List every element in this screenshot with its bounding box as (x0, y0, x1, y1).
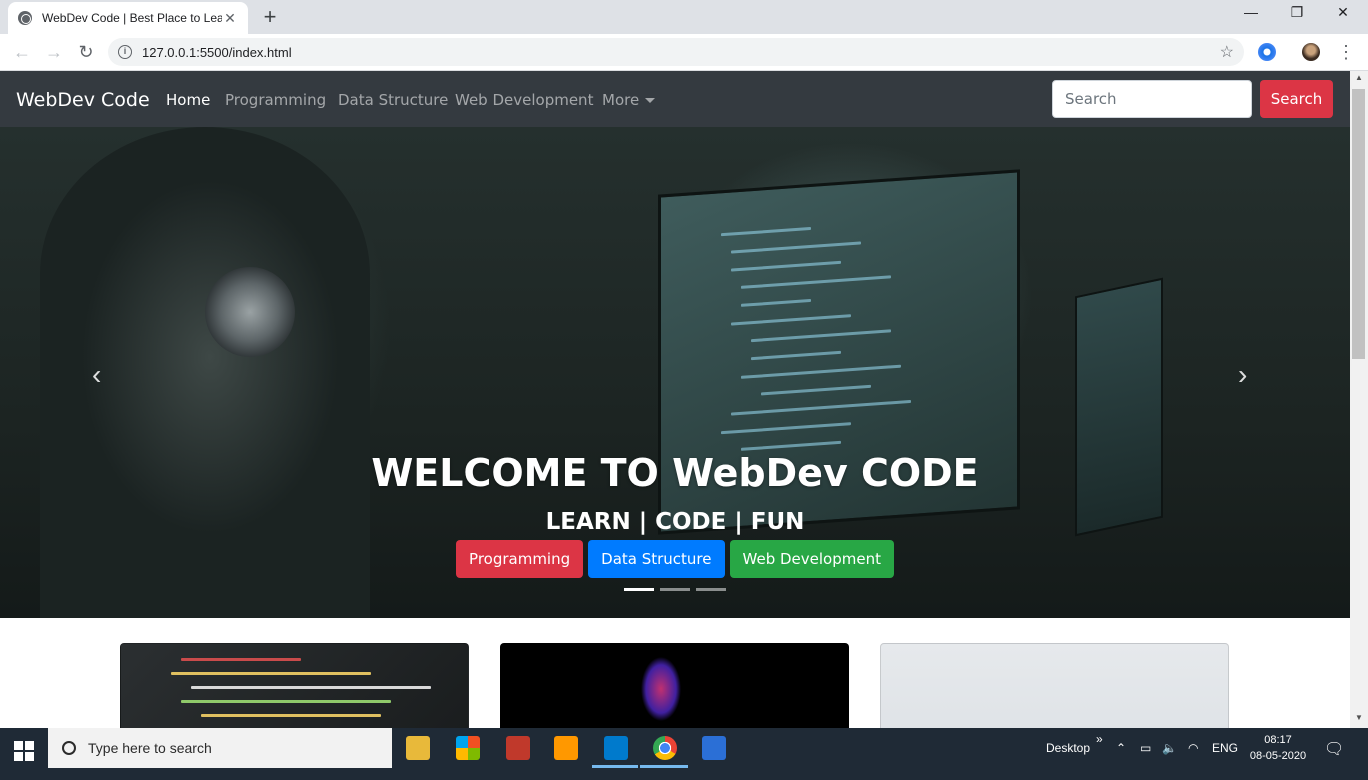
chevron-up-icon[interactable]: ⌃ (1116, 741, 1126, 755)
site-navbar: WebDev Code Home Programming Data Struct… (0, 71, 1350, 127)
globe-icon (18, 11, 32, 25)
file-explorer-icon[interactable] (406, 736, 430, 760)
taskbar-search[interactable]: Type here to search (48, 728, 392, 768)
battery-icon[interactable]: ▭ (1140, 741, 1151, 755)
nav-link-home[interactable]: Home (166, 91, 210, 109)
card-image-neon[interactable] (500, 643, 849, 728)
close-window-button[interactable]: ✕ (1320, 4, 1366, 21)
vscode-active-indicator (592, 765, 638, 768)
vscode-icon[interactable] (604, 736, 628, 760)
reload-icon[interactable]: ↻ (74, 40, 98, 64)
url-text: 127.0.0.1:5500/index.html (142, 44, 292, 60)
web-page: WebDev Code Home Programming Data Struct… (0, 71, 1350, 728)
carousel-caption: WELCOME TO WebDev CODE LEARN | CODE | FU… (0, 451, 1350, 535)
windows-taskbar: Type here to search Desktop » ⌃ ▭ 🔈 ◠ EN… (0, 728, 1368, 780)
address-bar[interactable]: i 127.0.0.1:5500/index.html ☆ (108, 38, 1244, 66)
carousel-indicator[interactable] (624, 588, 654, 591)
double-chevron-icon[interactable]: » (1096, 732, 1103, 746)
page-scrollbar[interactable]: ▲ ▼ (1350, 71, 1368, 728)
web-development-button[interactable]: Web Development (729, 540, 894, 578)
close-tab-button[interactable]: ✕ (222, 10, 238, 27)
hero-carousel: ‹ › WELCOME TO WebDev CODE LEARN | CODE … (0, 127, 1350, 618)
search-input[interactable] (1052, 80, 1252, 118)
back-icon[interactable]: ← (10, 40, 34, 64)
scroll-up-icon[interactable]: ▲ (1350, 73, 1368, 82)
menu-kebab-icon[interactable]: ⋮ (1334, 40, 1358, 64)
chrome-active-indicator (640, 765, 688, 768)
browser-toolbar: ← → ↻ i 127.0.0.1:5500/index.html ☆ ⋮ (0, 34, 1368, 71)
data-structure-button[interactable]: Data Structure (588, 540, 725, 578)
carousel-indicators (624, 588, 726, 591)
media-app-icon[interactable] (506, 736, 530, 760)
browser-tab-strip: WebDev Code | Best Place to Lea ✕ + — ❐ … (0, 0, 1368, 34)
nav-dropdown-label: More (602, 91, 640, 109)
scrollbar-thumb[interactable] (1352, 89, 1365, 359)
hero-heading: WELCOME TO WebDev CODE (371, 451, 979, 495)
programming-button[interactable]: Programming (456, 540, 584, 578)
language-indicator[interactable]: ENG (1212, 741, 1238, 755)
hero-button-group: Programming Data Structure Web Developme… (0, 540, 1350, 578)
tab-title: WebDev Code | Best Place to Lea (42, 11, 222, 25)
desktop-toolbar-label[interactable]: Desktop (1046, 741, 1090, 755)
minimize-button[interactable]: — (1228, 4, 1274, 20)
card-image-code[interactable] (120, 643, 469, 728)
bookmark-star-icon[interactable]: ☆ (1220, 42, 1234, 62)
nav-link-programming[interactable]: Programming (225, 91, 326, 109)
info-icon[interactable]: i (118, 45, 132, 59)
taskbar-search-placeholder: Type here to search (88, 740, 212, 756)
volume-icon[interactable]: 🔈 (1162, 741, 1177, 755)
site-brand[interactable]: WebDev Code (16, 89, 150, 111)
nav-link-web-development[interactable]: Web Development (455, 91, 593, 109)
notification-icon[interactable]: 🗨 (1324, 739, 1344, 759)
wifi-icon[interactable]: ◠ (1188, 741, 1198, 755)
card-image-light[interactable] (880, 643, 1229, 728)
taskbar-clock[interactable]: 08:17 08-05-2020 (1246, 732, 1310, 764)
nav-dropdown-more[interactable]: More (602, 91, 656, 109)
search-button[interactable]: Search (1260, 80, 1333, 118)
chevron-right-icon[interactable]: › (1238, 359, 1247, 391)
restore-button[interactable]: ❐ (1274, 4, 1320, 21)
store-app-icon[interactable] (456, 736, 480, 760)
carousel-indicator[interactable] (660, 588, 690, 591)
word-app-icon[interactable] (702, 736, 726, 760)
chrome-icon[interactable] (653, 736, 677, 760)
sublime-text-icon[interactable] (554, 736, 578, 760)
new-tab-button[interactable]: + (258, 4, 282, 30)
caret-down-icon (645, 98, 656, 103)
nav-link-data-structure[interactable]: Data Structure (338, 91, 448, 109)
forward-icon[interactable]: → (42, 40, 66, 64)
chevron-left-icon[interactable]: ‹ (92, 359, 101, 391)
browser-tab[interactable]: WebDev Code | Best Place to Lea ✕ (8, 2, 248, 34)
windows-start-icon[interactable] (14, 741, 34, 761)
scroll-down-icon[interactable]: ▼ (1350, 713, 1368, 722)
clock-time: 08:17 (1264, 734, 1292, 746)
carousel-indicator[interactable] (696, 588, 726, 591)
profile-avatar[interactable] (1302, 43, 1320, 61)
extension-icon[interactable] (1258, 43, 1276, 61)
headphone-image (205, 267, 295, 357)
search-icon (62, 741, 76, 755)
clock-date: 08-05-2020 (1249, 750, 1307, 762)
hero-subheading: LEARN | CODE | FUN (545, 509, 805, 535)
